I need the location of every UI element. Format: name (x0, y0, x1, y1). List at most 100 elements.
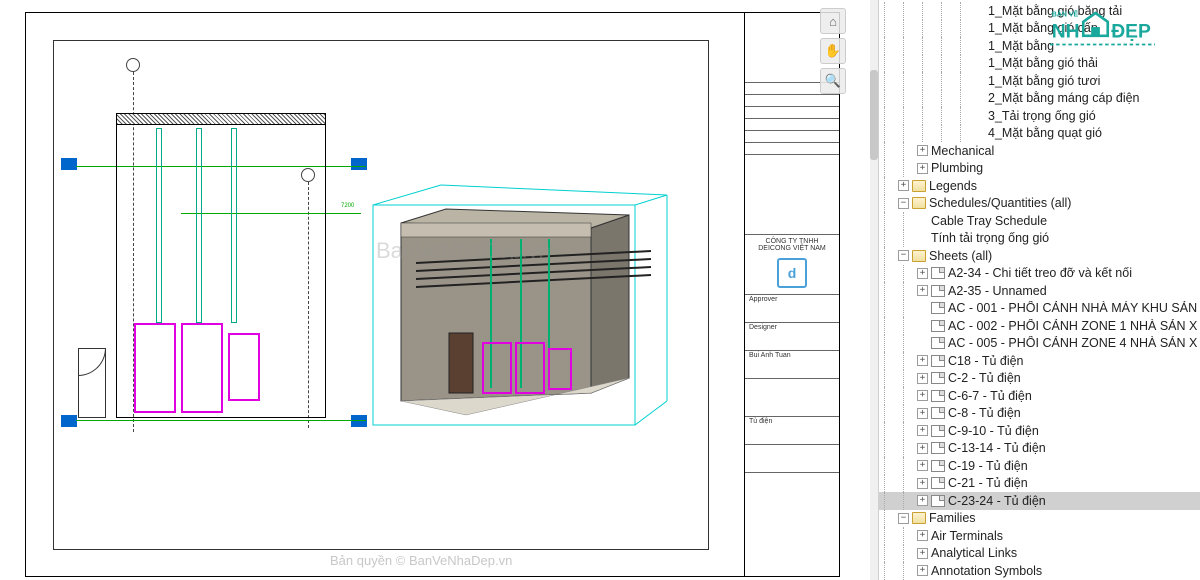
expand-icon[interactable]: + (917, 460, 928, 471)
tree-item[interactable]: +Plumbing (879, 160, 1200, 178)
company-logo-icon: d (777, 258, 807, 288)
titleblock-company: CÔNG TY TNHH DEICONG VIỆT NAM (747, 236, 837, 254)
expand-icon[interactable]: + (917, 145, 928, 156)
sheet-icon (931, 477, 945, 489)
sheet-icon (931, 495, 945, 507)
tree-item[interactable]: 1_Mặt bằng gió băng tải (879, 2, 1200, 20)
collapse-icon[interactable]: − (898, 250, 909, 261)
tree-item-label: 1_Mặt bằng gió băng tải (988, 4, 1122, 18)
expand-icon[interactable]: + (917, 495, 928, 506)
scrollbar-thumb[interactable] (870, 70, 878, 160)
expand-icon[interactable]: + (917, 285, 928, 296)
folder-icon (912, 197, 926, 209)
section-marker (61, 415, 77, 427)
expand-icon[interactable]: + (917, 408, 928, 419)
tree-item[interactable]: + A2-35 - Unnamed (879, 282, 1200, 300)
tree-item[interactable]: + C-2 - Tủ điện (879, 370, 1200, 388)
tree-item[interactable]: −Families (879, 510, 1200, 528)
tree-item[interactable]: + C-23-24 - Tủ điện (879, 492, 1200, 510)
tree-item[interactable]: +A2-34 - Chi tiết treo đỡ và kết nối (879, 265, 1200, 283)
tree-item[interactable]: +Annotation Symbols (879, 562, 1200, 580)
expander-spacer (917, 320, 928, 331)
tree-item-label: Tính tải trọng ống gió (931, 231, 1049, 245)
tree-item[interactable]: AC - 005 - PHỐI CẢNH ZONE 4 NHÀ SẢN X (879, 335, 1200, 353)
tree-item-label: C-21 - Tủ điện (948, 476, 1028, 490)
tree-item[interactable]: +Air Terminals (879, 527, 1200, 545)
tree-item[interactable]: +Legends (879, 177, 1200, 195)
tree-item[interactable]: AC - 002 - PHỐI CẢNH ZONE 1 NHÀ SẢN X (879, 317, 1200, 335)
expand-icon[interactable]: + (917, 565, 928, 576)
tree-item[interactable]: +C-9-10 - Tủ điện (879, 422, 1200, 440)
tree-item[interactable]: + C-6-7 - Tủ điện (879, 387, 1200, 405)
tree-item-label: C-8 - Tủ điện (948, 406, 1021, 420)
expand-icon[interactable]: + (917, 373, 928, 384)
tree-item-label: 1_Mặt bằng gió tươi (988, 74, 1100, 88)
titleblock-author: Bui Anh Tuan (747, 350, 793, 361)
viewport-scrollbar[interactable] (870, 0, 878, 580)
expand-icon[interactable]: + (917, 548, 928, 559)
tree-item[interactable]: 1_Mặt bằng gió cấp (879, 20, 1200, 38)
sheet-canvas[interactable]: CÔNG TY TNHH DEICONG VIỆT NAM d Approver… (25, 12, 840, 577)
expand-icon[interactable]: + (917, 478, 928, 489)
titleblock-sheet-name: Tủ điện (747, 416, 774, 427)
tree-item-label: C-6-7 - Tủ điện (948, 389, 1032, 403)
titleblock-designer-label: Designer (747, 322, 779, 333)
project-browser[interactable]: 1_Mặt bằng gió băng tải 1_Mặt bằng gió cấ… (878, 0, 1200, 580)
expand-icon[interactable]: + (917, 268, 928, 279)
tree-item-label: 1_Mặt bằng (988, 39, 1054, 53)
tree-item[interactable]: +Mechanical (879, 142, 1200, 160)
tree-item[interactable]: + C-21 - Tủ điện (879, 475, 1200, 493)
expand-icon[interactable]: + (917, 443, 928, 454)
expand-icon[interactable]: + (898, 180, 909, 191)
tree-item[interactable]: + C-8 - Tủ điện (879, 405, 1200, 423)
tree-item-label: 2_Mặt bằng máng cáp điện (988, 91, 1140, 105)
tree-item[interactable]: 4_Mặt bằng quạt gió (879, 125, 1200, 143)
tree-item[interactable]: 1_Mặt bằng gió tươi (879, 72, 1200, 90)
expand-icon[interactable]: + (917, 390, 928, 401)
nav-pan-icon[interactable]: ✋ (820, 38, 846, 64)
tree-item[interactable]: 1_Mặt bằng (879, 37, 1200, 55)
expander-spacer (974, 128, 985, 139)
section-marker (351, 158, 367, 170)
tree-item[interactable]: +Analytical Links (879, 545, 1200, 563)
expander-spacer (917, 215, 928, 226)
section-marker (61, 158, 77, 170)
titleblock-approver-label: Approver (747, 294, 779, 305)
tree-item[interactable]: 2_Mặt bằng máng cáp điện (879, 90, 1200, 108)
tree-item[interactable]: AC - 001 - PHỐI CẢNH NHÀ MÁY KHU SẢN (879, 300, 1200, 318)
tree-item-label: 1_Mặt bằng gió cấp (988, 21, 1098, 35)
tree-item-label: C-23-24 - Tủ điện (948, 494, 1046, 508)
expand-icon[interactable]: + (917, 355, 928, 366)
expander-spacer (974, 75, 985, 86)
expand-icon[interactable]: + (917, 425, 928, 436)
tree-item-label: A2-35 - Unnamed (948, 284, 1047, 298)
nav-zoom-icon[interactable]: 🔍 (820, 68, 846, 94)
sheet-icon (931, 355, 945, 367)
expander-spacer (974, 5, 985, 16)
tree-item[interactable]: −Schedules/Quantities (all) (879, 195, 1200, 213)
tree-item-label: Air Terminals (931, 529, 1003, 543)
collapse-icon[interactable]: − (898, 513, 909, 524)
tree-item-label: C-19 - Tủ điện (948, 459, 1028, 473)
tree-item[interactable]: Cable Tray Schedule (879, 212, 1200, 230)
tree-item-label: C-2 - Tủ điện (948, 371, 1021, 385)
tree-item[interactable]: + C-19 - Tủ điện (879, 457, 1200, 475)
tree-item[interactable]: 1_Mặt bằng gió thải (879, 55, 1200, 73)
nav-home-icon[interactable]: ⌂ (820, 8, 846, 34)
sheet-icon (931, 460, 945, 472)
copyright-watermark: Bản quyền © BanVeNhaDep.vn (330, 553, 512, 568)
tree-item[interactable]: − Sheets (all) (879, 247, 1200, 265)
expander-spacer (974, 110, 985, 121)
expand-icon[interactable]: + (917, 530, 928, 541)
tree-item-label: Sheets (all) (929, 249, 992, 263)
tree-item[interactable]: Tính tải trọng ống gió (879, 230, 1200, 248)
drawing-viewport[interactable]: CÔNG TY TNHH DEICONG VIỆT NAM d Approver… (0, 0, 850, 580)
tree-item-label: AC - 005 - PHỐI CẢNH ZONE 4 NHÀ SẢN X (948, 336, 1197, 350)
sheet-icon (931, 302, 945, 314)
tree-item[interactable]: +C-13-14 - Tủ điện (879, 440, 1200, 458)
tree-item[interactable]: 3_Tải trọng ống gió (879, 107, 1200, 125)
sheet-icon (931, 320, 945, 332)
tree-item[interactable]: +C18 - Tủ điện (879, 352, 1200, 370)
collapse-icon[interactable]: − (898, 198, 909, 209)
expand-icon[interactable]: + (917, 163, 928, 174)
